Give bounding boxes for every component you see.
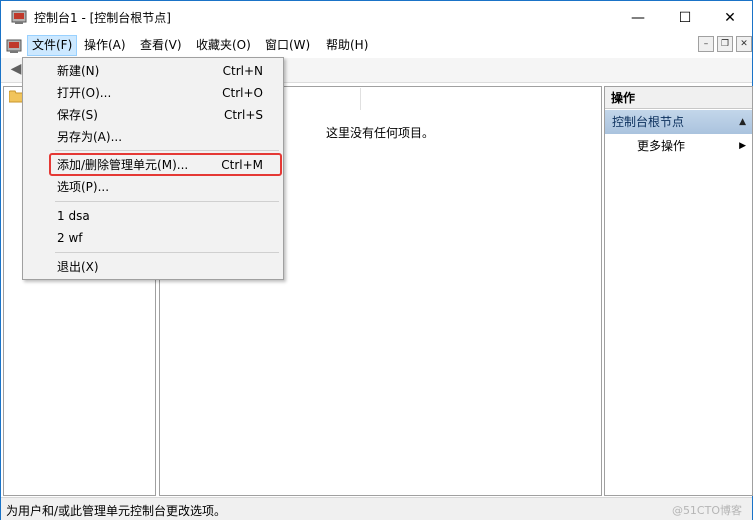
mdi-restore-button[interactable]: ❐ [717,36,733,52]
menu-item-open[interactable]: 打开(O)... Ctrl+O [25,82,281,104]
menu-item-label: 退出(X) [57,260,99,274]
menu-item-options[interactable]: 选项(P)... [25,176,281,198]
minimize-button[interactable]: — [615,2,661,33]
menu-item-shortcut: Ctrl+S [223,108,263,122]
restore-icon: ❐ [720,39,730,49]
minimize-icon: – [703,39,709,49]
annotation-highlight-box [49,153,282,176]
mdi-close-button[interactable]: ✕ [736,36,752,52]
menu-file[interactable]: 文件(F) [27,35,78,56]
menu-item-exit[interactable]: 退出(X) [25,256,281,278]
menu-item-shortcut: Ctrl+O [222,86,263,100]
mmc-console-icon [11,10,27,24]
menu-item-label: 选项(P)... [57,180,110,194]
watermark: @51CTO博客 [671,504,742,517]
menu-window[interactable]: 窗口(W) [261,35,314,55]
menu-view[interactable]: 查看(V) [136,35,186,55]
submenu-arrow-icon[interactable]: ▶ [739,136,746,156]
maximize-icon: ☐ [678,9,692,26]
menu-item-label: 2 wf [57,231,83,245]
title-bar[interactable]: 控制台1 - [控制台根节点] — ☐ ✕ [1,1,752,32]
empty-list-message: 这里没有任何项目。 [326,126,435,140]
menu-item-recent-1[interactable]: 1 dsa [25,205,281,227]
menu-separator [55,252,279,253]
menu-action[interactable]: 操作(A) [80,35,130,55]
maximize-button[interactable]: ☐ [662,2,708,33]
menu-favorites[interactable]: 收藏夹(O) [192,35,255,55]
close-icon: ✕ [740,39,748,49]
menu-item-recent-2[interactable]: 2 wf [25,227,281,249]
collapse-up-icon[interactable]: ▲ [739,110,746,134]
menu-separator [55,150,279,151]
menu-item-label: 1 dsa [57,209,90,223]
actions-pane-title: 操作 [605,87,752,109]
menu-item-label: 新建(N) [57,64,100,78]
actions-section-label: 控制台根节点 [612,115,685,129]
minimize-icon: — [631,9,645,26]
file-dropdown-menu: 新建(N) Ctrl+N 打开(O)... Ctrl+O 保存(S) Ctrl+… [22,57,284,280]
menu-separator [55,201,279,202]
menu-item-new[interactable]: 新建(N) Ctrl+N [25,60,281,82]
status-bar: 为用户和/或此管理单元控制台更改选项。 @51CTO博客 [1,497,752,520]
menu-item-shortcut: Ctrl+N [222,64,263,78]
status-text: 为用户和/或此管理单元控制台更改选项。 [6,504,227,518]
mdi-minimize-button[interactable]: – [698,36,714,52]
console-document-icon[interactable] [6,38,22,54]
menu-item-label: 另存为(A)... [57,130,123,144]
window-title: 控制台1 - [控制台根节点] [34,11,171,25]
menu-item-save-as[interactable]: 另存为(A)... [25,126,281,148]
column-header-divider[interactable] [360,88,361,110]
close-icon: ✕ [724,9,736,26]
close-button[interactable]: ✕ [707,2,753,33]
menu-help[interactable]: 帮助(H) [322,35,372,55]
menu-item-save[interactable]: 保存(S) Ctrl+S [25,104,281,126]
menu-item-label: 保存(S) [57,108,98,122]
actions-pane: 操作 控制台根节点 ▲ 更多操作 ▶ [604,86,753,496]
menu-item-label: 打开(O)... [57,86,112,100]
menu-bar: 文件(F) 操作(A) 查看(V) 收藏夹(O) 窗口(W) 帮助(H) – ❐… [1,33,752,57]
actions-section-header[interactable]: 控制台根节点 ▲ [605,110,752,134]
more-actions-link[interactable]: 更多操作 [637,136,685,156]
